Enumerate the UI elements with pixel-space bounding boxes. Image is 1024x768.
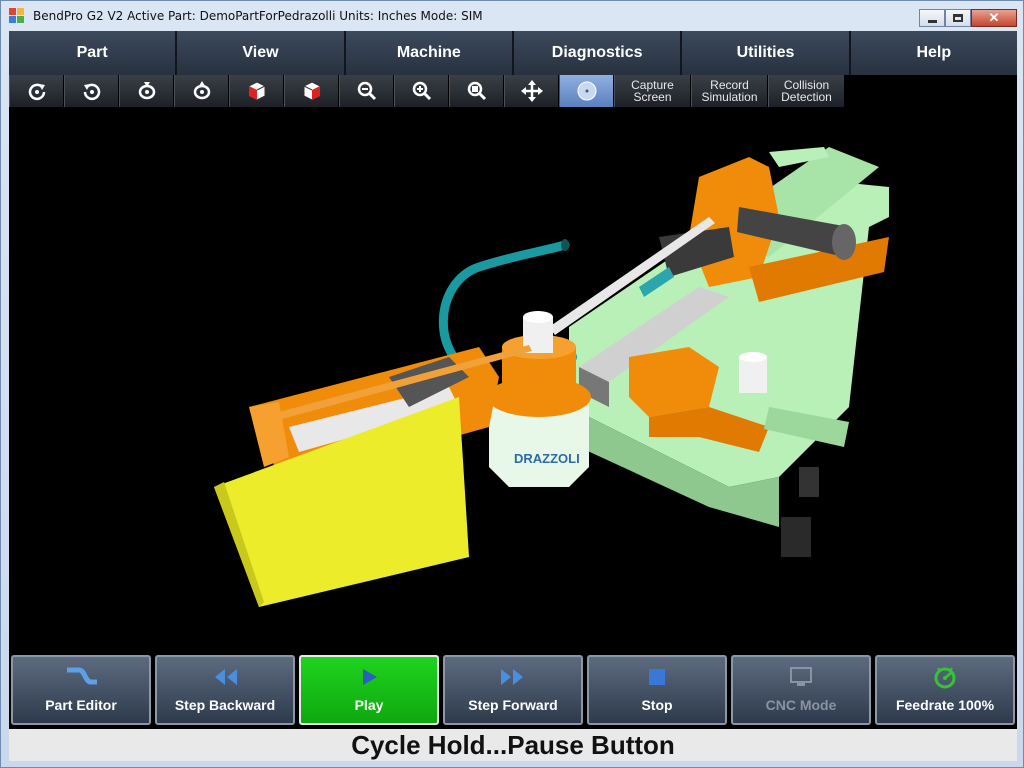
rotate-ccw-icon — [83, 83, 100, 101]
feedrate-button[interactable]: Feedrate 100% — [875, 655, 1015, 725]
status-message: Cycle Hold...Pause Button — [351, 729, 675, 760]
menu-view[interactable]: View — [177, 31, 346, 75]
record-simulation-button[interactable]: Record Simulation — [691, 75, 768, 107]
sensor-cylinder — [739, 357, 767, 393]
maximize-icon — [953, 14, 963, 22]
menu-utilities[interactable]: Utilities — [682, 31, 851, 75]
center-view-button[interactable] — [559, 75, 614, 107]
view-cube-left-icon — [248, 81, 265, 101]
tube-end — [561, 239, 569, 251]
step-forward-label: Step Forward — [468, 697, 558, 713]
step-forward-button[interactable]: Step Forward — [443, 655, 583, 725]
cnc-mode-label: CNC Mode — [765, 697, 837, 713]
play-label: Play — [354, 697, 384, 713]
rotate-up-button[interactable] — [174, 75, 229, 107]
menu-help[interactable]: Help — [850, 31, 1017, 75]
rotate-cw-button[interactable] — [9, 75, 64, 107]
record-label-2: Simulation — [701, 90, 758, 104]
monitor-icon — [790, 667, 812, 686]
collision-detection-button[interactable]: Collision Detection — [768, 75, 845, 107]
machine-foot-2 — [799, 467, 819, 497]
zoom-fit-button[interactable] — [449, 75, 504, 107]
rotate-down-icon — [138, 82, 155, 100]
capture-screen-button[interactable]: Capture Screen — [614, 75, 691, 107]
pan-button[interactable] — [504, 75, 559, 107]
status-bar: Cycle Hold...Pause Button — [9, 729, 1017, 761]
zoom-out-button[interactable] — [339, 75, 394, 107]
client-area: Part View Machine Diagnostics Utilities … — [9, 31, 1017, 761]
part-editor-button[interactable]: Part Editor — [11, 655, 151, 725]
step-backward-label: Step Backward — [174, 697, 276, 713]
title-bar: BendPro G2 V2 Active Part: DemoPartForPe… — [1, 1, 1023, 31]
menu-machine[interactable]: Machine — [345, 31, 514, 75]
spindle-top — [523, 311, 553, 323]
stop-icon — [649, 669, 665, 685]
capture-label-2: Screen — [633, 90, 672, 104]
step-backward-icon — [215, 669, 237, 685]
stop-label: Stop — [641, 697, 673, 713]
zoom-fit-icon — [467, 81, 486, 101]
cylinder-end — [832, 224, 856, 260]
collision-label-2: Detection — [781, 90, 832, 104]
menu-part[interactable]: Part — [9, 31, 178, 75]
rotate-cw-icon — [28, 83, 45, 101]
view-cube-left-button[interactable] — [229, 75, 284, 107]
minimize-icon — [927, 19, 937, 23]
rotate-up-icon — [193, 81, 210, 100]
main-menu: Part View Machine Diagnostics Utilities … — [9, 31, 1017, 75]
zoom-out-icon — [357, 81, 376, 101]
sensor-top — [739, 352, 767, 362]
zoom-in-icon — [412, 81, 431, 101]
minimize-button[interactable] — [919, 9, 945, 27]
feedrate-label: Feedrate 100% — [895, 697, 995, 713]
rotate-down-button[interactable] — [119, 75, 174, 107]
play-icon — [363, 669, 377, 685]
center-icon — [577, 81, 596, 101]
pan-icon — [520, 80, 543, 102]
play-button[interactable]: Play — [299, 655, 439, 725]
machine-3d-viewport[interactable]: DRAZZOLI — [9, 107, 1017, 649]
stop-button[interactable]: Stop — [587, 655, 727, 725]
maximize-button[interactable] — [945, 9, 971, 27]
view-toolbar: Capture Screen Record Simulation Collisi… — [9, 75, 845, 107]
step-backward-button[interactable]: Step Backward — [155, 655, 295, 725]
bend-die-label: DRAZZOLI — [514, 451, 580, 466]
tube-icon — [67, 667, 97, 685]
close-button[interactable]: ✕ — [971, 9, 1017, 27]
step-forward-icon — [501, 669, 523, 685]
close-icon: ✕ — [988, 10, 1000, 25]
app-window: BendPro G2 V2 Active Part: DemoPartForPe… — [0, 0, 1024, 768]
bending-machine-model: DRAZZOLI — [214, 147, 889, 607]
menu-diagnostics[interactable]: Diagnostics — [513, 31, 683, 75]
machine-foot — [781, 517, 811, 557]
view-cube-right-button[interactable] — [284, 75, 339, 107]
control-buttons: Part Editor Step Backward Play Step Forw… — [9, 649, 1017, 729]
app-logo-icon — [9, 8, 25, 24]
cnc-mode-button[interactable]: CNC Mode — [731, 655, 871, 725]
zoom-in-button[interactable] — [394, 75, 449, 107]
part-editor-label: Part Editor — [45, 697, 117, 713]
window-title: BendPro G2 V2 Active Part: DemoPartForPe… — [33, 9, 483, 23]
rotate-ccw-button[interactable] — [64, 75, 119, 107]
feedrate-gauge-icon — [934, 667, 956, 689]
view-cube-right-icon — [303, 81, 320, 101]
